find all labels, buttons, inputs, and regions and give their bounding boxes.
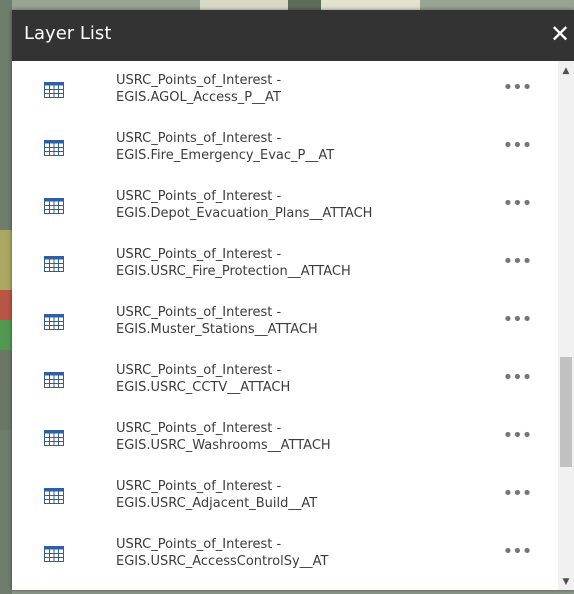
map-background-detail <box>0 230 12 430</box>
scrollbar-thumb[interactable] <box>560 357 572 467</box>
table-icon <box>44 372 64 388</box>
layer-row[interactable]: USRC_Points_of_Interest - EGIS.AGOL_Acce… <box>12 61 558 119</box>
table-icon <box>44 198 64 214</box>
map-background-detail <box>200 0 420 10</box>
layer-title-line2: EGIS.Muster_Stations__ATTACH <box>116 322 318 337</box>
panel-header: Layer List ✕ <box>12 10 574 61</box>
more-options-icon[interactable]: ••• <box>502 369 533 389</box>
layer-list-panel: Layer List ✕ USRC_Points_of_Interest - E… <box>12 10 574 590</box>
layer-row[interactable]: USRC_Points_of_Interest - EGIS.Muster_St… <box>12 293 558 351</box>
layer-title-line1: USRC_Points_of_Interest - <box>116 537 282 552</box>
close-button[interactable]: ✕ <box>546 19 574 49</box>
more-options-icon[interactable]: ••• <box>502 79 533 99</box>
layer-list: USRC_Points_of_Interest - EGIS.AGOL_Acce… <box>12 61 558 590</box>
more-options-icon[interactable]: ••• <box>502 485 533 505</box>
table-icon <box>44 256 64 272</box>
layer-row[interactable]: USRC_Points_of_Interest - EGIS.USRC_Adja… <box>12 467 558 525</box>
layer-title-line1: USRC_Points_of_Interest - <box>116 305 282 320</box>
close-icon: ✕ <box>549 20 571 48</box>
layer-title[interactable]: USRC_Points_of_Interest - EGIS.Muster_St… <box>116 304 486 338</box>
layer-title-line1: USRC_Points_of_Interest - <box>116 73 282 88</box>
layer-title-line1: USRC_Points_of_Interest - <box>116 131 282 146</box>
layer-title-line2: EGIS.USRC_CCTV__ATTACH <box>116 380 291 395</box>
layer-row-partial[interactable] <box>12 583 558 590</box>
layer-title-line2: EGIS.Depot_Evacuation_Plans__ATTACH <box>116 206 373 221</box>
layer-title-line1: USRC_Points_of_Interest - <box>116 247 282 262</box>
layer-row[interactable]: USRC_Points_of_Interest - EGIS.USRC_Acce… <box>12 525 558 583</box>
layer-row[interactable]: USRC_Points_of_Interest - EGIS.USRC_Wash… <box>12 409 558 467</box>
layer-title-line2: EGIS.Fire_Emergency_Evac_P__AT <box>116 148 335 163</box>
table-icon <box>44 82 64 98</box>
layer-title[interactable]: USRC_Points_of_Interest - EGIS.Fire_Emer… <box>116 130 486 164</box>
layer-title[interactable]: USRC_Points_of_Interest - EGIS.USRC_Fire… <box>116 246 486 280</box>
table-icon <box>44 314 64 330</box>
panel-title: Layer List <box>24 23 112 44</box>
layer-row[interactable]: USRC_Points_of_Interest - EGIS.USRC_Fire… <box>12 235 558 293</box>
layer-title-line1: USRC_Points_of_Interest - <box>116 189 282 204</box>
table-icon <box>44 546 64 562</box>
layer-title-line2: EGIS.AGOL_Access_P__AT <box>116 90 281 105</box>
layer-title-line1: USRC_Points_of_Interest - <box>116 421 282 436</box>
layer-title[interactable]: USRC_Points_of_Interest - EGIS.AGOL_Acce… <box>116 72 486 106</box>
layer-title[interactable]: USRC_Points_of_Interest - EGIS.USRC_Acce… <box>116 536 486 570</box>
more-options-icon[interactable]: ••• <box>502 543 533 563</box>
layer-title-line2: EGIS.USRC_Fire_Protection__ATTACH <box>116 264 351 279</box>
layer-title[interactable]: USRC_Points_of_Interest - EGIS.USRC_Adja… <box>116 478 486 512</box>
scrollbar[interactable]: ▲ ▼ <box>558 61 574 590</box>
layer-title-line2: EGIS.USRC_Adjacent_Build__AT <box>116 496 318 511</box>
layer-title[interactable]: USRC_Points_of_Interest - EGIS.Depot_Eva… <box>116 188 486 222</box>
layer-row[interactable]: USRC_Points_of_Interest - EGIS.USRC_CCTV… <box>12 351 558 409</box>
layer-title[interactable]: USRC_Points_of_Interest - EGIS.USRC_CCTV… <box>116 362 486 396</box>
layer-title-line1: USRC_Points_of_Interest - <box>116 363 282 378</box>
table-icon <box>44 430 64 446</box>
layer-row[interactable]: USRC_Points_of_Interest - EGIS.Depot_Eva… <box>12 177 558 235</box>
layer-title-line2: EGIS.USRC_AccessControlSy__AT <box>116 554 329 569</box>
more-options-icon[interactable]: ••• <box>502 427 533 447</box>
table-icon <box>44 140 64 156</box>
more-options-icon[interactable]: ••• <box>502 195 533 215</box>
more-options-icon[interactable]: ••• <box>502 311 533 331</box>
more-options-icon[interactable]: ••• <box>502 137 533 157</box>
scroll-up-arrow-icon[interactable]: ▲ <box>558 63 574 79</box>
layer-title[interactable]: USRC_Points_of_Interest - EGIS.USRC_Wash… <box>116 420 486 454</box>
scroll-down-arrow-icon[interactable]: ▼ <box>558 574 574 590</box>
more-options-icon[interactable]: ••• <box>502 253 533 273</box>
layer-row[interactable]: USRC_Points_of_Interest - EGIS.Fire_Emer… <box>12 119 558 177</box>
table-icon <box>44 488 64 504</box>
layer-title-line2: EGIS.USRC_Washrooms__ATTACH <box>116 438 331 453</box>
layer-title-line1: USRC_Points_of_Interest - <box>116 479 282 494</box>
